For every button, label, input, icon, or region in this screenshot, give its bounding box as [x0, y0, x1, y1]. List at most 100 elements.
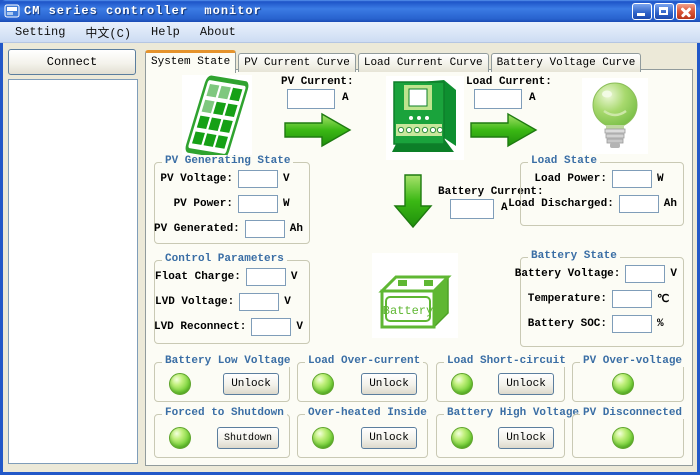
lvd-voltage-label: LVD Voltage:: [155, 296, 234, 308]
control-parameters-title: Control Parameters: [162, 253, 287, 265]
pv-voltage-label: PV Voltage:: [160, 173, 233, 185]
load-short-circuit-led-icon: [451, 373, 473, 395]
pv-generated-field[interactable]: [245, 220, 285, 238]
tab-pv-current-curve[interactable]: PV Current Curve: [238, 53, 356, 72]
battery-high-voltage-unlock-button[interactable]: Unlock: [498, 427, 554, 449]
menu-help[interactable]: Help: [142, 23, 189, 41]
load-discharged-unit: Ah: [664, 198, 677, 210]
pv-power-field[interactable]: [238, 195, 278, 213]
battery-voltage-field[interactable]: [625, 265, 665, 283]
device-listbox[interactable]: [8, 79, 138, 464]
load-short-circuit-unlock-button[interactable]: Unlock: [498, 373, 554, 395]
pv-over-voltage-title: PV Over-voltage: [580, 355, 685, 367]
battery-low-voltage-led-icon: [169, 373, 191, 395]
bulb-image: [582, 78, 648, 154]
menu-language[interactable]: 中文(C): [76, 22, 140, 43]
forced-to-shutdown-alarm: Forced to Shutdown Shutdown: [154, 414, 290, 458]
app-window: CM series controller monitor Setting 中文(…: [0, 0, 700, 475]
tab-battery-voltage-curve[interactable]: Battery Voltage Curve: [491, 53, 642, 72]
battery-soc-label: Battery SOC:: [528, 318, 607, 330]
tab-load-current-curve[interactable]: Load Current Curve: [358, 53, 489, 72]
battery-image-label: Battery: [383, 304, 433, 318]
battery-voltage-label: Battery Voltage:: [515, 268, 621, 280]
float-charge-unit: V: [291, 271, 303, 283]
load-over-current-unlock-button[interactable]: Unlock: [361, 373, 417, 395]
battery-state-title: Battery State: [528, 250, 620, 262]
load-state-title: Load State: [528, 155, 600, 167]
pv-over-voltage-alarm: PV Over-voltage: [572, 362, 684, 402]
pv-power-label: PV Power:: [174, 198, 233, 210]
pv-current-unit: A: [342, 92, 349, 104]
battery-image: Battery: [372, 253, 458, 338]
lvd-voltage-field[interactable]: [239, 293, 279, 311]
battery-soc-field[interactable]: [612, 315, 652, 333]
float-charge-field[interactable]: [246, 268, 286, 286]
load-power-unit: W: [657, 173, 677, 185]
load-over-current-alarm: Load Over-current Unlock: [297, 362, 428, 402]
titlebar: CM series controller monitor: [0, 0, 700, 22]
menu-bar: Setting 中文(C) Help About: [0, 22, 700, 43]
close-button[interactable]: [676, 3, 696, 20]
lvd-reconnect-unit: V: [296, 321, 303, 333]
load-discharged-label: Load Discharged:: [508, 198, 614, 210]
over-heated-inside-led-icon: [312, 427, 334, 449]
battery-state-group: Battery State Battery Voltage:V Temperat…: [520, 257, 684, 347]
load-short-circuit-alarm: Load Short-circuit Unlock: [436, 362, 565, 402]
load-power-field[interactable]: [612, 170, 652, 188]
pv-disconnected-alarm: PV Disconnected: [572, 414, 684, 458]
forced-to-shutdown-button[interactable]: Shutdown: [217, 427, 279, 449]
battery-low-voltage-unlock-button[interactable]: Unlock: [223, 373, 279, 395]
battery-high-voltage-alarm: Battery High Voltage Unlock: [436, 414, 565, 458]
maximize-button[interactable]: [654, 3, 674, 20]
load-current-field[interactable]: [474, 89, 522, 109]
pv-generated-unit: Ah: [290, 223, 303, 235]
temperature-unit: ℃: [657, 292, 677, 306]
pv-to-controller-arrow-icon: [282, 111, 354, 149]
lvd-voltage-unit: V: [284, 296, 303, 308]
load-power-label: Load Power:: [534, 173, 607, 185]
battery-low-voltage-alarm: Battery Low Voltage Unlock: [154, 362, 290, 402]
load-over-current-title: Load Over-current: [305, 355, 423, 367]
battery-high-voltage-led-icon: [451, 427, 473, 449]
menu-setting[interactable]: Setting: [6, 23, 74, 41]
battery-voltage-unit: V: [670, 268, 677, 280]
minimize-button[interactable]: [632, 3, 652, 20]
pv-current-label: PV Current:: [281, 76, 354, 88]
temperature-label: Temperature:: [528, 293, 607, 305]
forced-to-shutdown-led-icon: [169, 427, 191, 449]
load-current-label: Load Current:: [466, 76, 552, 88]
solar-panel-image: [182, 75, 252, 159]
battery-low-voltage-title: Battery Low Voltage: [162, 355, 293, 367]
lvd-reconnect-field[interactable]: [251, 318, 291, 336]
pv-voltage-unit: V: [283, 173, 303, 185]
temperature-field[interactable]: [612, 290, 652, 308]
load-over-current-led-icon: [312, 373, 334, 395]
app-body: Connect System State PV Current Curve Lo…: [0, 43, 700, 472]
tab-strip: System State PV Current Curve Load Curre…: [145, 49, 643, 72]
forced-to-shutdown-title: Forced to Shutdown: [162, 407, 287, 419]
control-parameters-group: Control Parameters Float Charge:V LVD Vo…: [154, 260, 310, 344]
battery-current-field[interactable]: [450, 199, 494, 219]
controller-image: [386, 76, 464, 160]
connect-button[interactable]: Connect: [8, 49, 136, 75]
float-charge-label: Float Charge:: [155, 271, 241, 283]
system-state-panel: PV Current: A: [145, 69, 693, 466]
load-current-unit: A: [529, 92, 536, 104]
pv-generating-state-group: PV Generating State PV Voltage:V PV Powe…: [154, 162, 310, 244]
pv-over-voltage-led-icon: [612, 373, 634, 395]
pv-generated-label: PV Generated:: [154, 223, 240, 235]
pv-voltage-field[interactable]: [238, 170, 278, 188]
over-heated-inside-title: Over-heated Inside: [305, 407, 430, 419]
over-heated-inside-unlock-button[interactable]: Unlock: [361, 427, 417, 449]
window-title: CM series controller monitor: [24, 4, 630, 18]
load-discharged-field[interactable]: [619, 195, 659, 213]
controller-to-load-arrow-icon: [468, 111, 540, 149]
pv-generating-state-title: PV Generating State: [162, 155, 293, 167]
tab-system-state[interactable]: System State: [145, 50, 236, 73]
load-short-circuit-title: Load Short-circuit: [444, 355, 569, 367]
menu-about[interactable]: About: [191, 23, 245, 41]
pv-current-field[interactable]: [287, 89, 335, 109]
app-icon: [4, 3, 20, 19]
pv-disconnected-title: PV Disconnected: [580, 407, 685, 419]
battery-soc-unit: %: [657, 318, 677, 330]
